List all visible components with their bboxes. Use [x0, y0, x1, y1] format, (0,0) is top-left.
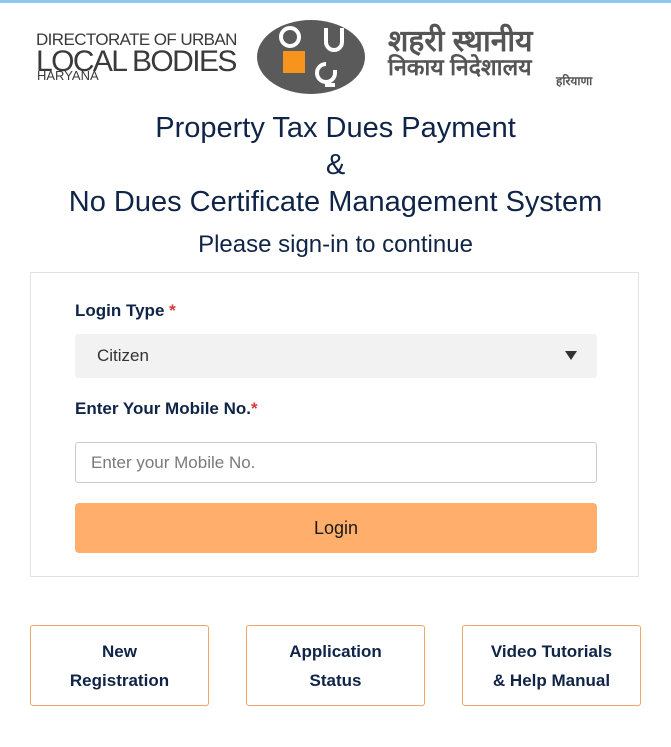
application-status-label-line1: Application: [289, 641, 382, 661]
logo-line-haryana: HARYANA: [37, 68, 99, 83]
mobile-number-input[interactable]: [75, 442, 597, 483]
login-type-select[interactable]: Citizen: [75, 334, 597, 378]
dulb-text-logo: DIRECTORATE OF URBAN LOCAL BODIES HARYAN…: [36, 31, 242, 85]
login-button[interactable]: Login: [75, 503, 597, 553]
video-tutorials-button[interactable]: Video Tutorials & Help Manual: [462, 625, 641, 706]
page-title-line1: Property Tax Dues Payment: [155, 112, 516, 144]
hindi-logo-line3: हरियाणा: [556, 74, 593, 88]
new-registration-label-line2: Registration: [69, 670, 170, 690]
required-marker: *: [251, 399, 258, 418]
application-status-label-line2: Status: [309, 670, 362, 690]
video-tutorials-label: Video Tutorials & Help Manual: [491, 637, 612, 695]
new-registration-button[interactable]: New Registration: [30, 625, 209, 706]
required-marker: *: [169, 301, 176, 320]
mobile-label-text: Enter Your Mobile No.: [75, 399, 251, 418]
login-type-label-text: Login Type: [75, 301, 165, 320]
new-registration-label: New Registration: [70, 637, 169, 695]
application-status-button[interactable]: Application Status: [246, 625, 425, 706]
page-title-line3: No Dues Certificate Management System: [68, 186, 603, 218]
ulb-emblem-icon: [256, 19, 366, 95]
page-title-ampersand: &: [325, 149, 346, 181]
sign-in-subtitle: Please sign-in to continue: [198, 231, 473, 258]
new-registration-label-line1: New: [102, 641, 137, 661]
video-tutorials-label-line2: & Help Manual: [492, 670, 611, 690]
mobile-label: Enter Your Mobile No.*: [75, 399, 258, 419]
hindi-text-logo: शहरी स्थानीय निकाय निदेशालय हरियाणा: [388, 26, 614, 89]
top-accent-bar: [0, 0, 671, 3]
caret-down-icon: [565, 351, 577, 360]
login-type-label: Login Type *: [75, 301, 176, 321]
video-tutorials-label-line1: Video Tutorials: [490, 641, 613, 661]
hindi-logo-line2: निकाय निदेशालय: [388, 54, 532, 80]
application-status-label: Application Status: [289, 637, 382, 695]
login-type-selected-value: Citizen: [97, 346, 149, 365]
